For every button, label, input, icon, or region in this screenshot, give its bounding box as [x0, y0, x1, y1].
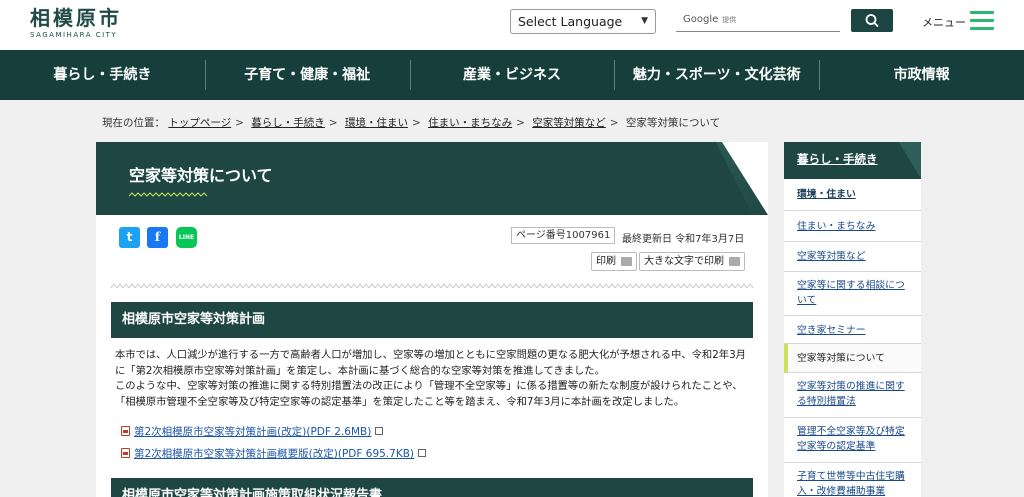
breadcrumb-housing[interactable]: 住まい・まちなみ [428, 117, 512, 129]
breadcrumb-current: 空家等対策について [625, 117, 721, 129]
search-icon [865, 14, 879, 27]
sidebar-item-consultation[interactable]: 空家等に関する相談について [784, 272, 921, 316]
google-label: Google [683, 14, 719, 25]
zigzag-divider [111, 283, 753, 289]
external-window-icon [418, 449, 427, 457]
sidebar-item-label: 空き家セミナー [797, 325, 866, 336]
sidebar-item-label: 環境・住まい [797, 189, 856, 200]
sidebar-item-seminar[interactable]: 空き家セミナー [784, 316, 921, 344]
nav-item-culture-sports[interactable]: 魅力・スポーツ・文化芸術 [614, 50, 819, 100]
twitter-share-icon[interactable]: t [119, 227, 140, 248]
print-button[interactable]: 印刷 [591, 252, 637, 271]
global-navigation: 暮らし・手続き 子育て・健康・福祉 産業・ビジネス 魅力・スポーツ・文化芸術 市… [0, 50, 1024, 100]
sidebar-item-subsidy[interactable]: 子育て世帯等中古住宅購入・改修費補助事業 [784, 463, 921, 497]
print-large-button[interactable]: 大きな文字で印刷 [639, 252, 745, 271]
sidebar-item-housing[interactable]: 住まい・まちなみ [784, 211, 921, 242]
pdf-link-label: 第2次相模原市空家等対策計画概要版(改定)(PDF 695.7KB) [134, 448, 415, 460]
section-heading-plan: 相模原市空家等対策計画 [111, 302, 753, 338]
hamburger-menu-icon[interactable] [970, 11, 994, 30]
sidebar-item-label: 子育て世帯等中古住宅購入・改修費補助事業 [797, 471, 905, 497]
google-branding: Google 提供 [683, 14, 736, 25]
sidebar-item-label: 管理不全空家等及び特定空家等の認定基準 [797, 426, 905, 452]
sidebar-heading[interactable]: 暮らし・手続き [784, 142, 921, 179]
sidebar-item-label: 空家等に関する相談について [797, 280, 905, 306]
breadcrumb: 現在の位置： トップページ > 暮らし・手続き > 環境・住まい > 住まい・まちなみ… [102, 117, 721, 129]
site-header: 相模原市 SAGAMIHARA CITY Select Language ▼ G… [0, 0, 1024, 50]
language-select[interactable]: Select Language ▼ [510, 9, 656, 34]
page-title: 空家等対策について [129, 166, 273, 185]
pdf-icon [121, 448, 130, 458]
paragraph-1: 本市では、人口減少が進行する一方で高齢者人口が増加し、空家等の増加とともに空家問… [115, 349, 746, 377]
pdf-link-plan[interactable]: 第2次相模原市空家等対策計画(改定)(PDF 2.6MB) [121, 424, 384, 439]
menu-label[interactable]: メニュー [922, 14, 966, 30]
print-large-label: 大きな文字で印刷 [644, 256, 724, 267]
breadcrumb-living[interactable]: 暮らし・手続き [251, 117, 325, 129]
printer-icon [729, 257, 740, 266]
last-updated: 最終更新日 令和7年3月7日 [622, 234, 745, 245]
google-provided-label: 提供 [722, 16, 737, 24]
sidebar-item-label: 空家等対策について [797, 353, 885, 364]
nav-item-city-info[interactable]: 市政情報 [819, 50, 1024, 100]
breadcrumb-vacant-house[interactable]: 空家等対策など [532, 117, 606, 129]
page-number: ページ番号1007961 [511, 227, 616, 244]
breadcrumb-prefix: 現在の位置： [102, 117, 165, 129]
nav-item-business[interactable]: 産業・ビジネス [409, 50, 615, 100]
zigzag-decoration [129, 192, 208, 197]
chevron-down-icon: ▼ [641, 16, 648, 26]
search-input[interactable]: Google 提供 [676, 9, 840, 32]
facebook-share-icon[interactable]: f [147, 227, 168, 248]
nav-item-childcare-health[interactable]: 子育て・健康・福祉 [204, 50, 410, 100]
pdf-link-label: 第2次相模原市空家等対策計画(改定)(PDF 2.6MB) [134, 426, 372, 438]
sidebar-item-label: 空家等対策など [797, 251, 866, 262]
printer-icon [621, 257, 632, 266]
language-select-value: Select Language [518, 14, 623, 29]
sidebar-item-label: 空家等対策の推進に関する特別措置法 [797, 381, 905, 407]
sidebar-item-label: 住まい・まちなみ [797, 221, 876, 232]
site-logo[interactable]: 相模原市 SAGAMIHARA CITY [30, 7, 122, 39]
sidebar: 暮らし・手続き 環境・住まい 住まい・まちなみ 空家等対策など 空家等に関する相… [784, 142, 921, 497]
sidebar-heading-label: 暮らし・手続き [797, 152, 878, 166]
main-content: 空家等対策について t f LINE ページ番号1007961 最終更新日 令和… [96, 142, 768, 497]
section-body: 本市では、人口減少が進行する一方で高齢者人口が増加し、空家等の増加とともに空家問… [115, 348, 755, 410]
breadcrumb-environment[interactable]: 環境・住まい [345, 117, 408, 129]
logo-text: 相模原市 [30, 6, 122, 30]
section-heading-report: 相模原市空家等対策計画施策取組状況報告書 [111, 478, 753, 497]
external-window-icon [375, 427, 384, 435]
sidebar-item-current[interactable]: 空家等対策について [784, 344, 921, 373]
logo-subtext: SAGAMIHARA CITY [30, 31, 118, 39]
line-share-icon[interactable]: LINE [176, 227, 197, 248]
pdf-icon [121, 426, 130, 436]
title-banner: 空家等対策について [96, 142, 768, 215]
sidebar-item-special-measures[interactable]: 空家等対策の推進に関する特別措置法 [784, 373, 921, 418]
nav-item-living[interactable]: 暮らし・手続き [0, 50, 205, 100]
print-label: 印刷 [596, 256, 616, 267]
search-button[interactable] [851, 9, 893, 32]
sidebar-item-criteria[interactable]: 管理不全空家等及び特定空家等の認定基準 [784, 418, 921, 463]
pdf-link-summary[interactable]: 第2次相模原市空家等対策計画概要版(改定)(PDF 695.7KB) [121, 446, 427, 461]
sidebar-item-environment[interactable]: 環境・住まい [784, 179, 921, 211]
paragraph-2: このような中、空家等対策の推進に関する特別措置法の改正により「管理不全空家等」に… [115, 380, 743, 408]
sidebar-item-vacant-house[interactable]: 空家等対策など [784, 242, 921, 272]
breadcrumb-top[interactable]: トップページ [168, 117, 231, 129]
